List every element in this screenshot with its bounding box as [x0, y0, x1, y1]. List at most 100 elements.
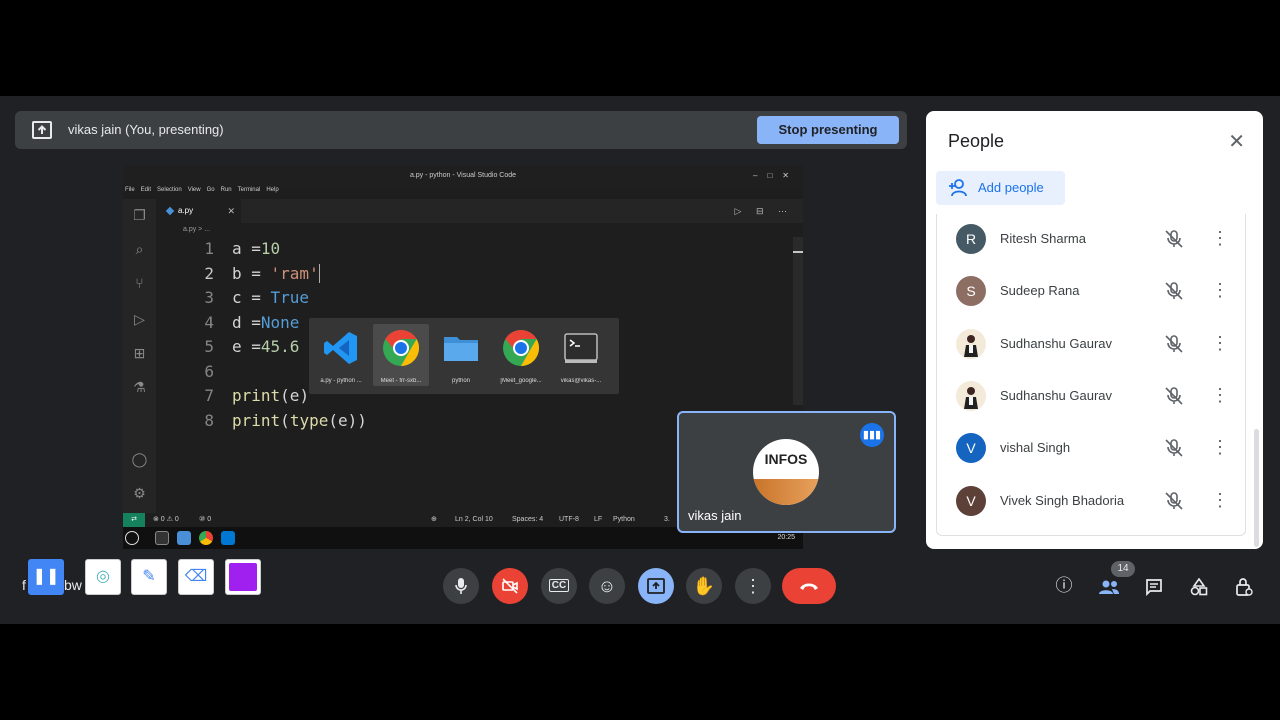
- people-icon[interactable]: [1097, 574, 1121, 598]
- participant-row[interactable]: V Vivek Singh Bhadoria ⋮: [937, 476, 1245, 528]
- participant-name: Sudhanshu Gaurav: [1000, 336, 1113, 351]
- participant-row[interactable]: Sudhanshu Gaurav ⋮: [937, 371, 1245, 423]
- mic-off-icon[interactable]: [1163, 385, 1185, 407]
- more-vert-icon[interactable]: ⋮: [1211, 384, 1229, 406]
- captions-button[interactable]: CC: [541, 568, 577, 604]
- self-video-tile[interactable]: INFOS vikas jain ▮▮▮: [677, 411, 896, 533]
- explorer-icon[interactable]: ❐: [131, 207, 148, 224]
- switcher-item-vscode[interactable]: a.py - python ...: [313, 324, 369, 386]
- present-button[interactable]: [638, 568, 674, 604]
- mic-off-icon[interactable]: [1163, 437, 1185, 459]
- source-control-icon[interactable]: ⑂: [131, 275, 148, 292]
- menu-item[interactable]: Go: [207, 187, 215, 199]
- zoom-icon[interactable]: ⊕: [431, 513, 437, 527]
- chrome-icon: [503, 330, 540, 366]
- menu-item[interactable]: View: [188, 187, 201, 199]
- participant-row[interactable]: V vishal Singh ⋮: [937, 423, 1245, 475]
- remote-indicator-icon[interactable]: ⇄: [123, 513, 145, 527]
- switcher-item-meet-chrome[interactable]: Meet - frr-sxb...: [373, 324, 429, 386]
- more-vert-icon[interactable]: ⋮: [1211, 279, 1229, 301]
- participant-row[interactable]: R Ritesh Sharma ⋮: [937, 214, 1245, 266]
- switcher-item-folder[interactable]: python: [433, 324, 489, 386]
- editor-scrollbar[interactable]: [793, 237, 803, 405]
- camera-off-button[interactable]: [492, 568, 528, 604]
- chat-icon[interactable]: [1142, 574, 1166, 598]
- participant-row[interactable]: Sudhanshu Gaurav ⋮: [937, 319, 1245, 371]
- laser-pointer-button[interactable]: ◎: [85, 559, 121, 595]
- activities-icon[interactable]: [1187, 574, 1211, 598]
- window-controls: –□✕: [753, 171, 799, 180]
- chrome-icon[interactable]: [199, 531, 213, 545]
- participant-row[interactable]: S Sudeep Rana ⋮: [937, 266, 1245, 318]
- terminal-icon: [564, 333, 598, 363]
- people-panel: People ✕ Add people R Ritesh Sharma ⋮ S …: [926, 111, 1263, 549]
- extensions-icon[interactable]: ⊞: [131, 345, 148, 362]
- problems-indicator[interactable]: ⊗ 0 ⚠ 0: [153, 513, 179, 527]
- eraser-tool-button[interactable]: ⌫: [178, 559, 214, 595]
- language-mode[interactable]: Python: [613, 513, 635, 527]
- avatar-photo: [956, 381, 986, 411]
- python-version[interactable]: 3.: [664, 513, 670, 527]
- cursor-position[interactable]: Ln 2, Col 10: [455, 513, 493, 527]
- tab-close-icon[interactable]: ✕: [227, 199, 235, 223]
- mic-off-icon[interactable]: [1163, 228, 1185, 250]
- more-vert-icon[interactable]: ⋮: [1211, 436, 1229, 458]
- mic-off-icon[interactable]: [1163, 280, 1185, 302]
- folder-icon: [444, 337, 478, 361]
- search-icon[interactable]: ⌕: [131, 241, 148, 258]
- menu-item[interactable]: File: [125, 187, 135, 199]
- menu-item[interactable]: Edit: [141, 187, 151, 199]
- person-photo-icon: [964, 387, 978, 409]
- mic-off-icon[interactable]: [1163, 490, 1185, 512]
- pen-tool-button[interactable]: ✎: [131, 559, 167, 595]
- editor-actions[interactable]: ▷ ⊟ ⋯: [735, 199, 793, 223]
- panel-title: People: [948, 131, 1005, 151]
- run-debug-icon[interactable]: ▷: [131, 311, 148, 328]
- vscode-icon: [324, 332, 357, 364]
- host-controls-icon[interactable]: [1232, 574, 1256, 598]
- panel-scrollbar[interactable]: [1254, 429, 1259, 547]
- code-line: 2b = 'ram': [204, 263, 320, 283]
- raise-hand-button[interactable]: ✋: [686, 568, 722, 604]
- line-ending[interactable]: LF: [594, 513, 602, 527]
- close-icon[interactable]: ✕: [1228, 129, 1245, 154]
- more-vert-icon[interactable]: ⋮: [1211, 489, 1229, 511]
- menu-item[interactable]: Help: [266, 187, 278, 199]
- menu-item[interactable]: Selection: [157, 187, 182, 199]
- settings-gear-icon[interactable]: ⚙: [131, 485, 148, 502]
- switcher-item-chrome[interactable]: [Meet_google...: [493, 324, 549, 386]
- avatar-photo: [956, 329, 986, 359]
- meet-stage: vikas jain (You, presenting) Stop presen…: [0, 96, 1280, 624]
- more-options-button[interactable]: ⋮: [735, 568, 771, 604]
- reactions-button[interactable]: ☺: [589, 568, 625, 604]
- pause-annotation-button[interactable]: ❚❚: [28, 559, 64, 595]
- switcher-item-terminal[interactable]: vikas@vikas-...: [553, 324, 609, 386]
- add-people-button[interactable]: Add people: [936, 171, 1065, 205]
- color-picker-button[interactable]: [225, 559, 261, 595]
- menu-item[interactable]: Run: [221, 187, 232, 199]
- testing-icon[interactable]: ⚗: [131, 379, 148, 396]
- tab-a-py[interactable]: a.py ✕: [156, 199, 241, 223]
- code-line: 1a =10: [204, 239, 281, 258]
- leave-call-button[interactable]: [782, 568, 836, 604]
- more-vert-icon[interactable]: ⋮: [1211, 332, 1229, 354]
- avatar: R: [956, 224, 986, 254]
- selected-color-swatch: [229, 563, 257, 591]
- microphone-button[interactable]: [443, 568, 479, 604]
- more-vert-icon[interactable]: ⋮: [1211, 227, 1229, 249]
- vscode-icon[interactable]: [221, 531, 235, 545]
- stop-presenting-button[interactable]: Stop presenting: [757, 116, 899, 144]
- menu-item[interactable]: Terminal: [238, 187, 261, 199]
- present-screen-icon: [32, 121, 52, 139]
- ports-indicator[interactable]: ⑩ 0: [199, 513, 211, 527]
- mic-off-icon[interactable]: [1163, 333, 1185, 355]
- encoding[interactable]: UTF-8: [559, 513, 579, 527]
- terminal-icon[interactable]: [155, 531, 169, 545]
- indentation[interactable]: Spaces: 4: [512, 513, 543, 527]
- breadcrumb[interactable]: a.py > ...: [183, 223, 210, 237]
- meeting-info-icon[interactable]: ⓘ: [1052, 574, 1076, 598]
- start-menu-icon[interactable]: [125, 531, 139, 545]
- folder-icon[interactable]: [177, 531, 191, 545]
- account-icon[interactable]: ◯: [131, 451, 148, 468]
- self-name: vikas jain: [688, 508, 742, 523]
